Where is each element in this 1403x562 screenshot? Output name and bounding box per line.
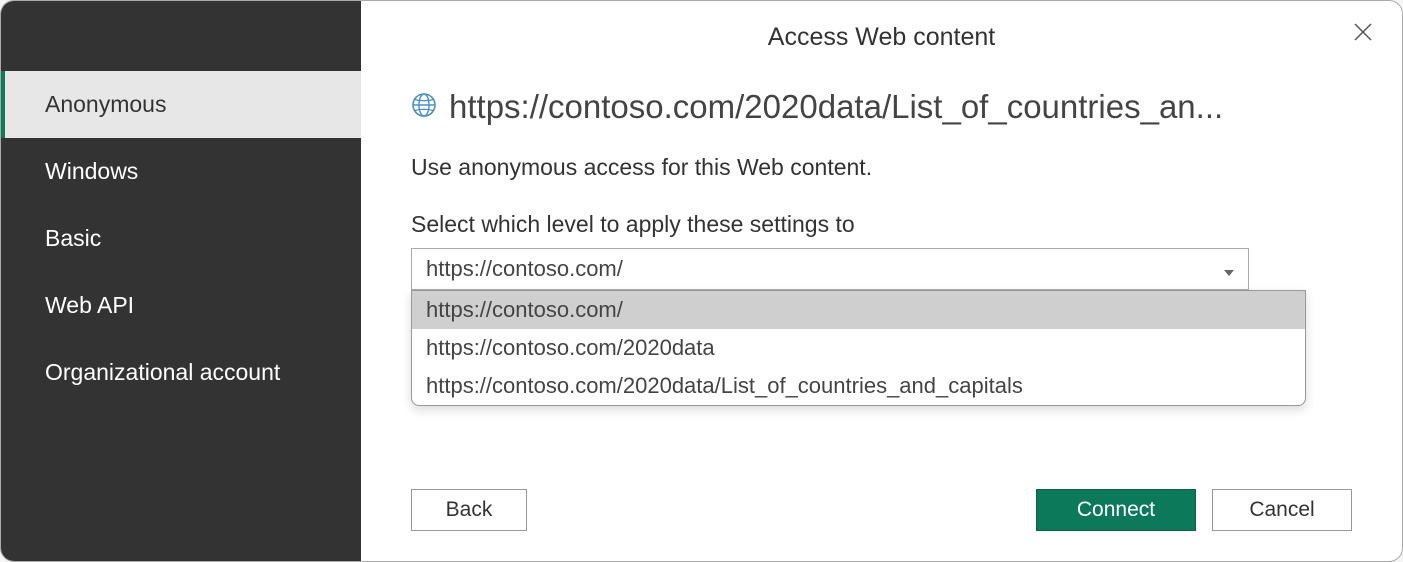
globe-icon — [411, 92, 437, 123]
button-row: Back Connect Cancel — [411, 459, 1352, 531]
level-select-value: https://contoso.com/ — [426, 256, 623, 282]
level-select-wrap: https://contoso.com/ https://contoso.com… — [411, 248, 1249, 290]
back-button[interactable]: Back — [411, 489, 527, 531]
main-panel: Access Web content https://contoso.com/2… — [361, 1, 1402, 561]
sidebar-item-basic[interactable]: Basic — [1, 205, 361, 272]
dropdown-option[interactable]: https://contoso.com/2020data — [412, 329, 1305, 367]
dropdown-option[interactable]: https://contoso.com/ — [412, 291, 1305, 329]
cancel-button[interactable]: Cancel — [1212, 489, 1352, 531]
sidebar-item-web-api[interactable]: Web API — [1, 272, 361, 339]
sidebar-item-windows[interactable]: Windows — [1, 138, 361, 205]
close-icon — [1352, 21, 1374, 43]
sidebar-item-anonymous[interactable]: Anonymous — [1, 71, 361, 138]
access-web-content-dialog: Anonymous Windows Basic Web API Organiza… — [0, 0, 1403, 562]
auth-description: Use anonymous access for this Web conten… — [411, 154, 1352, 181]
sidebar-item-organizational-account[interactable]: Organizational account — [1, 339, 361, 406]
url-row: https://contoso.com/2020data/List_of_cou… — [411, 88, 1352, 126]
dialog-title: Access Web content — [411, 23, 1352, 52]
source-url: https://contoso.com/2020data/List_of_cou… — [449, 88, 1223, 126]
connect-button[interactable]: Connect — [1036, 489, 1196, 531]
level-select[interactable]: https://contoso.com/ — [411, 248, 1249, 290]
dropdown-option[interactable]: https://contoso.com/2020data/List_of_cou… — [412, 367, 1305, 405]
level-dropdown-list: https://contoso.com/ https://contoso.com… — [411, 290, 1306, 406]
close-button[interactable] — [1352, 21, 1374, 48]
auth-method-sidebar: Anonymous Windows Basic Web API Organiza… — [1, 1, 361, 561]
chevron-down-icon — [1224, 256, 1234, 282]
level-select-label: Select which level to apply these settin… — [411, 211, 1352, 238]
